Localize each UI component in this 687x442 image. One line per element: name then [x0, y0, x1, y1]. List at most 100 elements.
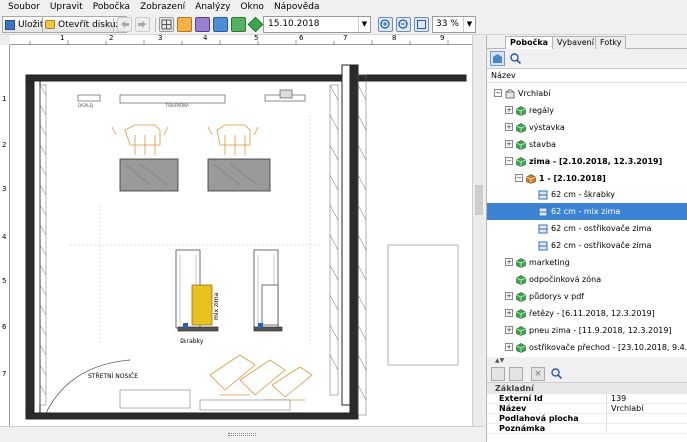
property-row[interactable]: Podlahová plocha — [487, 414, 687, 424]
ruler-tick-label: 3 — [2, 185, 7, 193]
menu-soubor[interactable]: Soubor — [3, 0, 45, 15]
chevron-down-icon[interactable]: ▼ — [358, 17, 370, 32]
export-icon[interactable] — [231, 17, 246, 32]
expand-icon[interactable]: + — [505, 139, 513, 148]
outer-walls — [25, 64, 467, 420]
tree-item[interactable]: − Vrchlabí — [487, 85, 687, 102]
ruler-tick-label: 2 — [2, 141, 7, 149]
menubar: Soubor Upravit Pobočka Zobrazení Analýzy… — [0, 0, 687, 15]
shelf-icon — [538, 206, 548, 217]
tree-item[interactable]: − zima - [2.10.2018, 12.3.2019] — [487, 153, 687, 170]
property-row[interactable]: Název Vrchlabí — [487, 404, 687, 414]
ruler-tick-label: 4 — [2, 233, 7, 241]
scrollbar-thumb[interactable] — [475, 185, 483, 215]
undo-icon[interactable] — [117, 17, 132, 32]
tab-pobocka[interactable]: Pobočka — [505, 36, 554, 50]
properties-group-header[interactable]: Základní — [487, 383, 687, 394]
expand-icon[interactable]: + — [505, 325, 513, 334]
zoom-out-icon[interactable] — [396, 17, 411, 32]
floor-plan-canvas[interactable]: DISPLEJ TISK/PÁDNÁ mix zima škrabky STŘE… — [10, 45, 472, 426]
tree-item[interactable]: + marketing — [487, 254, 687, 271]
ruler-tick-label: 5 — [2, 277, 7, 285]
expand-icon[interactable]: + — [505, 342, 513, 351]
tree-item[interactable]: 62 cm - ostřikovače zima — [487, 237, 687, 254]
collapse-icon[interactable]: − — [505, 156, 513, 165]
properties-toolbar: × — [487, 365, 687, 383]
expand-icon[interactable]: + — [505, 308, 513, 317]
menu-pobocka[interactable]: Pobočka — [88, 0, 135, 15]
cube-icon — [516, 291, 526, 302]
floor-plan-drawing: DISPLEJ TISK/PÁDNÁ mix zima škrabky STŘE… — [25, 64, 467, 420]
save-button[interactable]: Uložit — [2, 16, 48, 33]
menu-napoveda[interactable]: Nápověda — [269, 0, 325, 15]
horizontal-scrollbar[interactable] — [0, 426, 484, 442]
shelf-view-icon[interactable] — [195, 17, 210, 32]
collapse-icon[interactable]: − — [515, 173, 523, 182]
property-row[interactable]: Externí Id 139 — [487, 394, 687, 404]
search-icon[interactable] — [509, 52, 522, 65]
expand-icon[interactable]: + — [505, 291, 513, 300]
properties-categories-icon[interactable] — [509, 367, 523, 381]
tab-fotky[interactable]: Fotky — [595, 36, 627, 49]
vertical-scrollbar[interactable] — [472, 35, 484, 426]
ruler-tick-label: 6 — [299, 34, 304, 42]
redo-icon[interactable] — [135, 17, 150, 32]
tree-item[interactable]: + výstavka — [487, 119, 687, 136]
tree-item[interactable]: + ostřikovače přechod - [23.10.2018, 9.4.… — [487, 339, 687, 356]
expand-icon[interactable]: + — [505, 258, 513, 266]
menu-analyzy[interactable]: Analýzy — [190, 0, 235, 15]
scrollbar-grip[interactable] — [228, 433, 256, 436]
panel-splitter[interactable]: ▲▼ — [487, 357, 687, 365]
menu-upravit[interactable]: Upravit — [45, 0, 88, 15]
grid-icon[interactable] — [159, 17, 174, 32]
shelf-icon — [538, 223, 548, 234]
zoom-select[interactable]: 33 % ▼ — [432, 16, 476, 33]
chevron-down-icon[interactable]: ▼ — [463, 17, 475, 32]
properties-sort-icon[interactable] — [491, 367, 505, 381]
property-value[interactable]: Vrchlabí — [607, 404, 643, 413]
store-filter-icon[interactable] — [490, 51, 505, 66]
tree-column-header[interactable]: Název — [487, 69, 687, 83]
tree-item[interactable]: + půdorys v pdf — [487, 288, 687, 305]
ruler-tick-label: 8 — [392, 34, 397, 42]
property-row[interactable]: Poznámka — [487, 424, 687, 434]
property-value[interactable] — [607, 414, 611, 423]
tree-item-label: odpočinková zóna — [529, 274, 602, 284]
camera-icon[interactable] — [213, 17, 228, 32]
tree-item[interactable]: + stavba — [487, 136, 687, 153]
menu-okno[interactable]: Okno — [235, 0, 269, 15]
tree-item[interactable]: odpočinková zóna — [487, 271, 687, 288]
tab-vybaveni[interactable]: Vybavení — [552, 36, 599, 49]
property-value[interactable]: 139 — [607, 394, 626, 403]
right-panel: Pobočka Vybavení Fotky Název − Vrchlabí + r… — [486, 35, 687, 442]
tree-item[interactable]: 62 cm - mix zima — [487, 203, 687, 221]
zoom-fit-icon[interactable] — [414, 17, 429, 32]
search-icon[interactable] — [550, 367, 563, 380]
property-key: Podlahová plocha — [487, 414, 607, 423]
toolbar: Uložit Otevřít diskuzi 15.10.2018 ▼ 33 %… — [0, 15, 687, 35]
branch-tree: − Vrchlabí + regály + výstavka + stavba − zima - … — [487, 85, 687, 357]
ruler-corner — [0, 35, 10, 45]
layers-icon[interactable] — [177, 17, 192, 32]
menu-zobrazeni[interactable]: Zobrazení — [135, 0, 190, 15]
tree-item[interactable]: 62 cm - škrabky — [487, 186, 687, 203]
tree-item-label: půdorys v pdf — [529, 291, 585, 301]
expand-icon[interactable]: + — [505, 122, 513, 131]
date-field[interactable]: 15.10.2018 ▼ — [263, 16, 371, 33]
splitter-arrows: ▲▼ — [495, 357, 505, 364]
drawing-label-stretch: STŘETNÍ NOSIČE — [88, 372, 138, 380]
properties-clear-icon[interactable]: × — [531, 367, 545, 381]
collapse-icon[interactable]: − — [494, 89, 502, 97]
property-value[interactable] — [607, 424, 611, 433]
ruler-tick-label: 3 — [158, 34, 163, 42]
open-discussion-button[interactable]: Otevřít diskuzi — [42, 16, 127, 33]
tree-item[interactable]: + regály — [487, 102, 687, 119]
tree-item[interactable]: + pneu zima - [11.9.2018, 12.3.2019] — [487, 322, 687, 339]
tree-item[interactable]: 62 cm - ostřikovače zima — [487, 220, 687, 237]
tree-item[interactable]: − 1 - [2.10.2018] — [487, 170, 687, 187]
cube-icon — [516, 105, 526, 116]
tree-item[interactable]: + řetězy - [6.11.2018, 12.3.2019] — [487, 305, 687, 322]
shelf-icon — [538, 240, 548, 251]
expand-icon[interactable]: + — [505, 105, 513, 114]
zoom-in-icon[interactable] — [378, 17, 393, 32]
